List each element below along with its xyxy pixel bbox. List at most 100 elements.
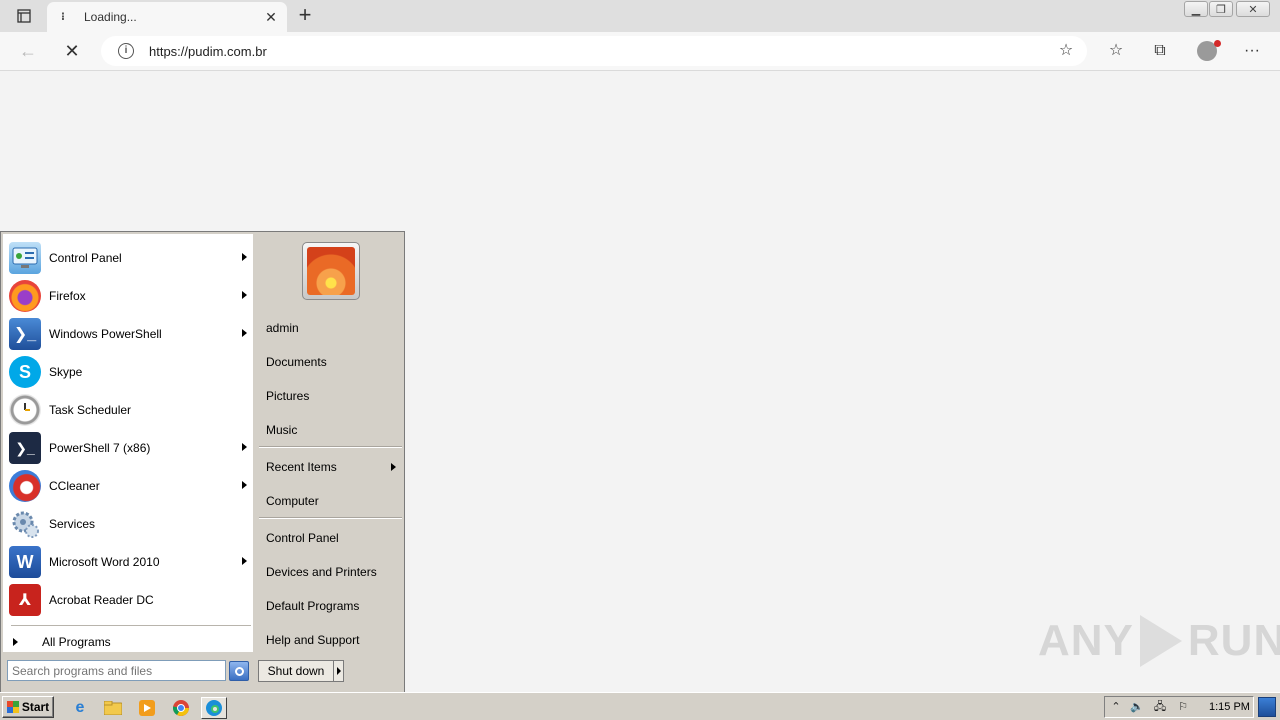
skype-icon: S — [9, 356, 41, 388]
place-music[interactable]: Music — [266, 423, 297, 437]
place-recent-items[interactable]: Recent Items — [266, 460, 337, 474]
powershell-icon: ❯_ — [9, 318, 41, 350]
control-panel-icon — [9, 242, 41, 274]
place-help-support[interactable]: Help and Support — [266, 633, 359, 647]
all-programs-button[interactable]: All Programs — [13, 634, 253, 650]
submenu-arrow-icon — [242, 329, 247, 337]
services-icon — [9, 508, 41, 540]
search-icon — [234, 666, 244, 676]
start-menu-programs: Control Panel Firefox ❯_ Windows PowerSh… — [3, 234, 253, 652]
start-menu-places: admin Documents Pictures Music Recent It… — [254, 234, 404, 652]
program-label: Task Scheduler — [49, 403, 132, 417]
action-center-flag-icon[interactable]: ⚐ — [1175, 700, 1191, 714]
program-firefox[interactable]: Firefox — [9, 278, 253, 314]
collections-icon: ⧉ — [1154, 42, 1166, 59]
taskbar-ie[interactable]: e — [67, 697, 93, 719]
place-devices-printers[interactable]: Devices and Printers — [266, 565, 377, 579]
program-skype[interactable]: S Skype — [9, 354, 253, 390]
folder-icon — [104, 701, 122, 715]
program-label: CCleaner — [49, 479, 100, 493]
volume-icon[interactable]: 🔈 — [1129, 700, 1145, 714]
program-powershell7[interactable]: ❯_ PowerShell 7 (x86) — [9, 430, 253, 466]
favorites-button[interactable]: ☆ — [1104, 40, 1128, 62]
address-bar[interactable]: i https://pudim.com.br ☆ — [101, 36, 1087, 66]
flower-avatar-icon — [307, 247, 355, 295]
play-icon — [1139, 615, 1182, 667]
place-default-programs[interactable]: Default Programs — [266, 599, 359, 613]
browser-toolbar: ← ✕ i https://pudim.com.br ☆ ☆ ⧉ ··· — [0, 32, 1280, 71]
profile-avatar[interactable] — [1197, 40, 1221, 61]
collections-button[interactable]: ⧉ — [1148, 40, 1172, 62]
program-label: Acrobat Reader DC — [49, 593, 154, 607]
tab-actions-icon — [17, 9, 31, 23]
program-label: Firefox — [49, 289, 86, 303]
network-icon[interactable]: 🖧 — [1152, 700, 1168, 714]
place-user[interactable]: admin — [266, 321, 299, 335]
site-info-icon[interactable]: i — [118, 43, 134, 59]
add-favorite-icon[interactable]: ☆ — [1057, 42, 1075, 60]
program-task-scheduler[interactable]: Task Scheduler — [9, 392, 253, 428]
place-control-panel[interactable]: Control Panel — [266, 531, 339, 545]
window-minimize-button[interactable]: ▁ — [1184, 1, 1208, 17]
program-acrobat[interactable]: ⅄ Acrobat Reader DC — [9, 582, 253, 618]
place-computer[interactable]: Computer — [266, 494, 319, 508]
edge-icon — [206, 700, 222, 716]
anyrun-watermark: ANY RUN — [1038, 612, 1280, 670]
start-search-input[interactable] — [7, 660, 226, 681]
start-menu: Control Panel Firefox ❯_ Windows PowerSh… — [0, 231, 405, 692]
taskbar: Start e ⌃ 🔈 🖧 ⚐ 1:15 PM — [0, 692, 1280, 720]
ccleaner-icon — [9, 470, 41, 502]
chrome-icon — [173, 700, 189, 716]
place-pictures[interactable]: Pictures — [266, 389, 309, 403]
program-ccleaner[interactable]: CCleaner — [9, 468, 253, 504]
new-tab-button[interactable]: + — [294, 4, 316, 26]
program-label: Windows PowerShell — [49, 327, 162, 341]
shutdown-options-button[interactable] — [333, 660, 344, 682]
all-programs-label: All Programs — [42, 635, 111, 649]
tab-title: Loading... — [84, 10, 137, 24]
settings-menu-button[interactable]: ··· — [1240, 40, 1264, 62]
more-icon: ··· — [1244, 42, 1260, 59]
recent-items-arrow-icon — [391, 463, 396, 471]
tab-close-icon[interactable]: ✕ — [263, 9, 279, 25]
places-separator — [259, 517, 402, 519]
start-label: Start — [21, 700, 50, 714]
url-text[interactable]: https://pudim.com.br — [149, 44, 267, 59]
search-button[interactable] — [229, 661, 249, 681]
browser-tab[interactable]: ⁝ Loading... ✕ — [47, 2, 287, 32]
clock[interactable]: 1:15 PM — [1209, 701, 1250, 713]
user-picture[interactable] — [302, 242, 360, 300]
shutdown-button[interactable]: Shut down — [258, 660, 334, 682]
program-services[interactable]: Services — [9, 506, 253, 542]
tray-expand-icon[interactable]: ⌃ — [1108, 700, 1124, 714]
watermark-right: RUN — [1187, 616, 1280, 665]
window-restore-button[interactable]: ❐ — [1209, 1, 1233, 17]
browser-tab-bar: ⁝ Loading... ✕ + ▁ ❐ ✕ — [0, 0, 1280, 32]
taskbar-explorer[interactable] — [100, 697, 126, 719]
show-desktop-button[interactable] — [1258, 697, 1276, 717]
place-documents[interactable]: Documents — [266, 355, 327, 369]
program-label: PowerShell 7 (x86) — [49, 441, 151, 455]
word-icon: W — [9, 546, 41, 578]
programs-separator — [11, 625, 251, 626]
taskbar-chrome[interactable] — [168, 697, 194, 719]
windows-flag-icon — [6, 701, 19, 713]
stop-loading-button[interactable]: ✕ — [60, 40, 84, 62]
acrobat-icon: ⅄ — [9, 584, 41, 616]
program-word[interactable]: W Microsoft Word 2010 — [9, 544, 253, 580]
start-button[interactable]: Start — [2, 696, 54, 718]
submenu-arrow-icon — [242, 557, 247, 565]
back-button[interactable]: ← — [16, 40, 40, 62]
window-close-button[interactable]: ✕ — [1236, 1, 1270, 17]
program-control-panel[interactable]: Control Panel — [9, 240, 253, 276]
system-tray: ⌃ 🔈 🖧 ⚐ 1:15 PM — [1104, 696, 1254, 718]
program-windows-powershell[interactable]: ❯_ Windows PowerShell — [9, 316, 253, 352]
firefox-icon — [9, 280, 41, 312]
taskbar-media-player[interactable] — [134, 697, 160, 719]
tab-actions-button[interactable] — [10, 6, 38, 26]
taskbar-edge[interactable] — [201, 697, 227, 719]
favorites-icon: ☆ — [1108, 42, 1124, 59]
powershell7-icon: ❯_ — [9, 432, 41, 464]
submenu-arrow-icon — [242, 481, 247, 489]
submenu-arrow-icon — [242, 253, 247, 261]
